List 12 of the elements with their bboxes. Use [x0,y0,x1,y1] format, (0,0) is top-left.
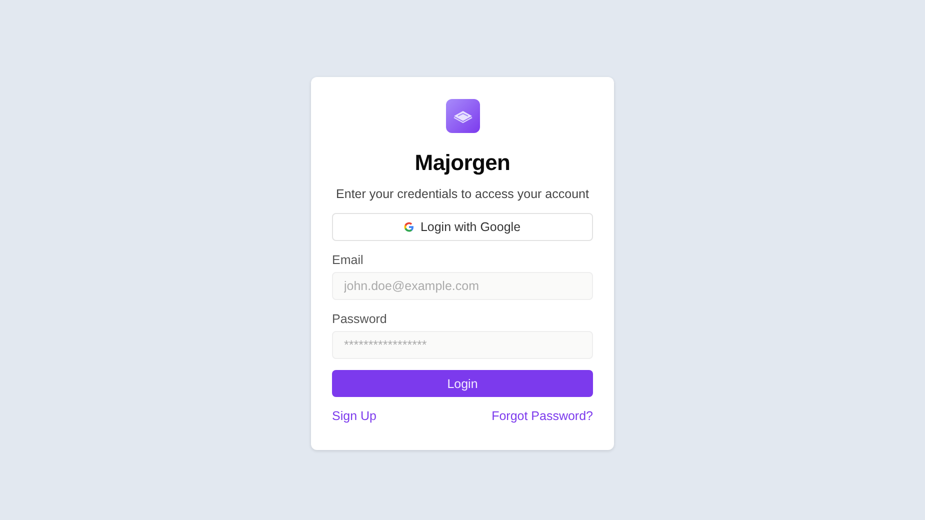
google-icon [404,222,414,232]
email-field[interactable]: john.doe@example.com [332,272,593,300]
field-label: Email [332,253,364,268]
login-button[interactable]: Login [332,370,593,397]
forgot-password-link[interactable]: Forgot Password? [492,409,593,423]
sign-up-link[interactable]: Sign Up [332,409,376,423]
app-logo-icon [446,99,480,133]
password-field[interactable]: ***************** [332,331,593,359]
field-label: Password [332,312,388,327]
app-title: Majorgen [414,150,510,176]
subtitle: Enter your credentials to access your account [336,186,589,202]
google-login-button[interactable]: Login with Google [332,213,593,241]
